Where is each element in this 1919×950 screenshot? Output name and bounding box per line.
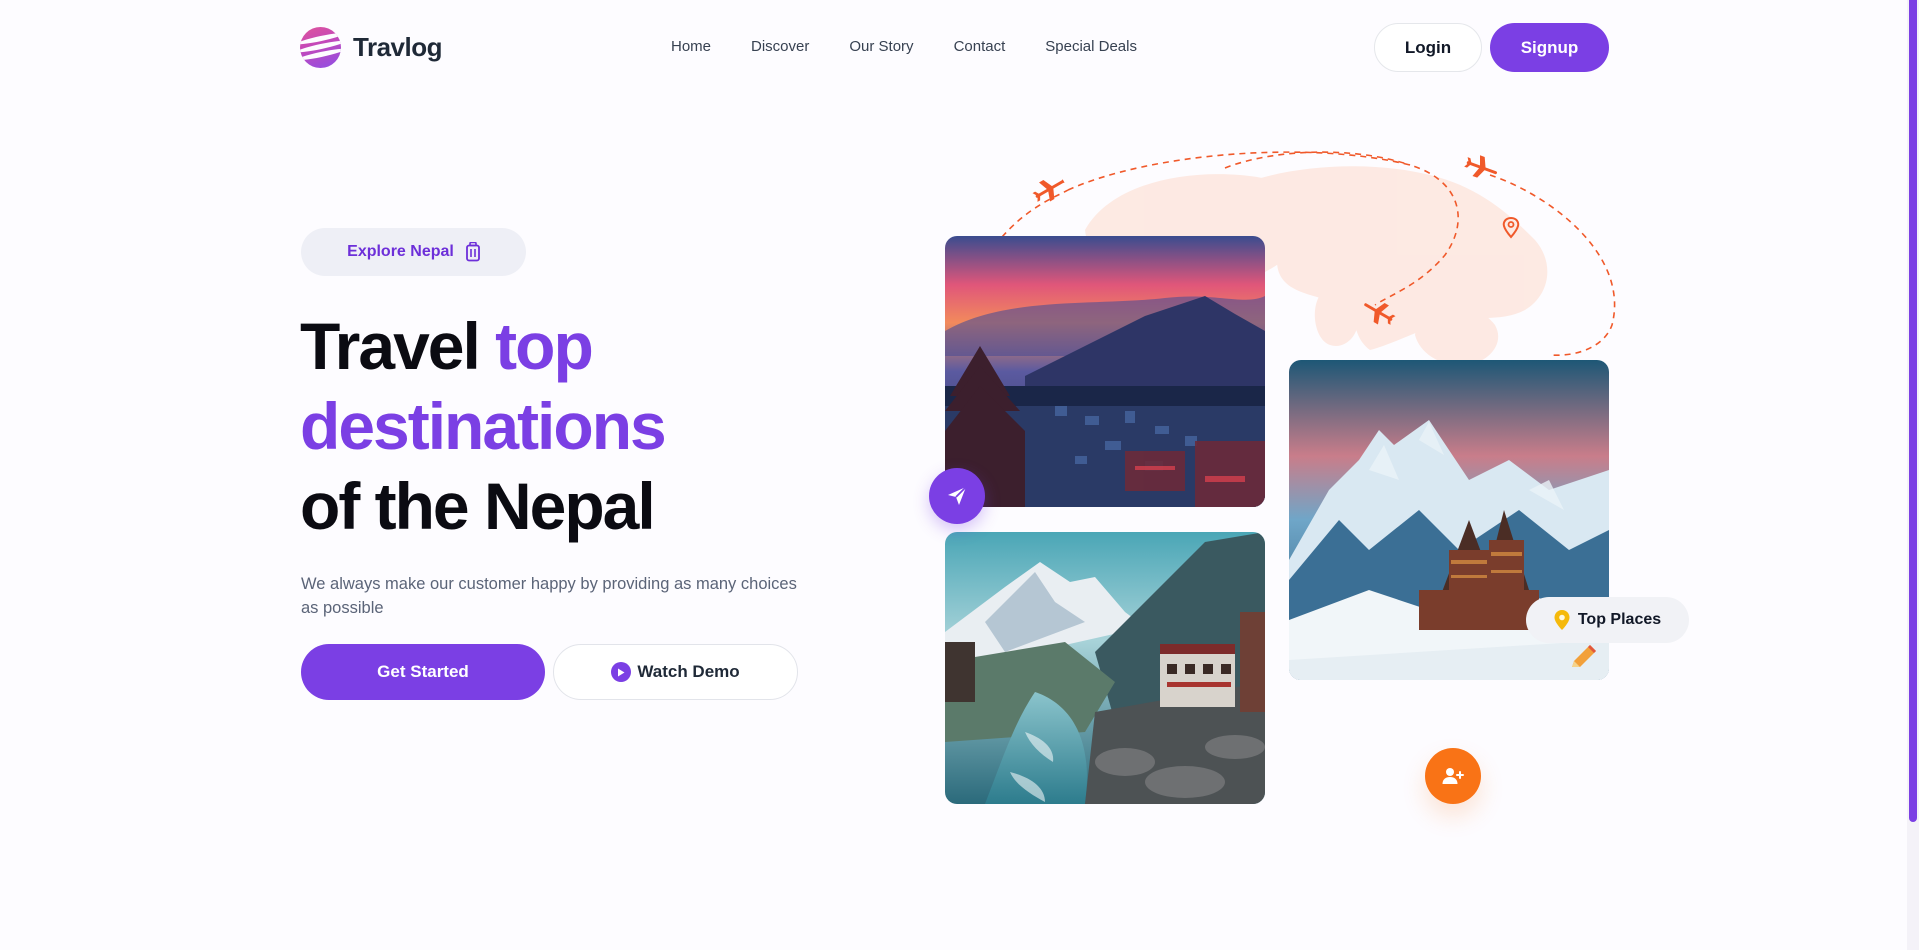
- headline-part1: Travel: [300, 309, 496, 383]
- luggage-icon: [465, 242, 480, 262]
- headline-accent-2: destinations: [300, 389, 667, 463]
- nav-contact[interactable]: Contact: [954, 38, 1006, 55]
- scrollbar-thumb[interactable]: [1909, 0, 1917, 822]
- brand-logo-mark: [300, 27, 341, 68]
- add-user-button[interactable]: [1425, 748, 1481, 804]
- main-nav: Home Discover Our Story Contact Special …: [671, 38, 1137, 55]
- headline-part3: of the Nepal: [300, 469, 656, 543]
- pill-label: Explore Nepal: [347, 243, 454, 260]
- brand-name: Travlog: [353, 32, 442, 62]
- photo-river-valley: [945, 532, 1265, 804]
- top-places-badge[interactable]: Top Places: [1526, 597, 1689, 643]
- brand-logo[interactable]: Travlog: [300, 27, 442, 68]
- nav-home[interactable]: Home: [671, 38, 711, 55]
- login-button[interactable]: Login: [1374, 23, 1482, 72]
- watch-demo-button[interactable]: Watch Demo: [553, 644, 798, 700]
- user-plus-icon: [1442, 768, 1464, 784]
- send-icon: [948, 486, 967, 505]
- pencil-icon: [1572, 645, 1596, 667]
- nav-our-story[interactable]: Our Story: [849, 38, 913, 55]
- nav-special-deals[interactable]: Special Deals: [1045, 38, 1137, 55]
- watch-demo-label: Watch Demo: [637, 662, 740, 681]
- send-button[interactable]: [929, 468, 985, 524]
- headline-accent-1: top: [495, 309, 594, 383]
- photo-kathmandu-sunset: [945, 236, 1265, 507]
- get-started-button[interactable]: Get Started: [301, 644, 545, 700]
- hero-subtext: We always make our customer happy by pro…: [301, 575, 797, 617]
- hero-headline: Travel top destinations of the Nepal: [300, 306, 900, 546]
- play-icon: [611, 662, 632, 682]
- signup-button[interactable]: Signup: [1490, 23, 1609, 72]
- location-pin-icon: [1554, 610, 1570, 630]
- nav-discover[interactable]: Discover: [751, 38, 809, 55]
- top-places-label: Top Places: [1577, 611, 1662, 628]
- site-header: Travlog Home Discover Our Story Contact …: [0, 0, 1907, 96]
- explore-nepal-pill[interactable]: Explore Nepal: [301, 228, 526, 276]
